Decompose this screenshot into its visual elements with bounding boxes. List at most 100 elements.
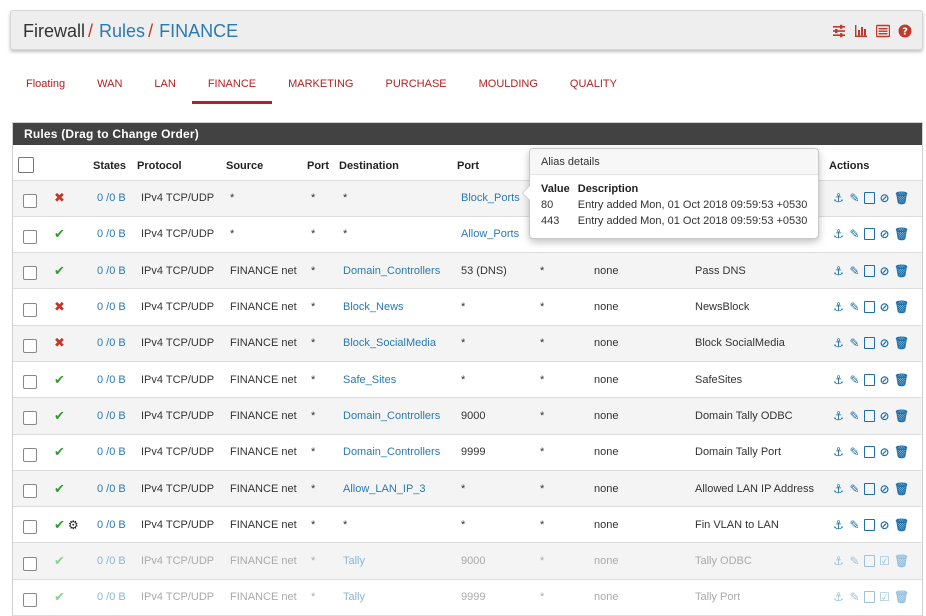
states-link[interactable]: 0 /0 B — [97, 483, 126, 495]
list-icon[interactable] — [875, 24, 891, 38]
destination-value[interactable]: Domain_Controllers — [343, 446, 440, 458]
copy-icon[interactable] — [864, 555, 875, 568]
table-row[interactable]: ✖ 0 /0 B IPv4 TCP/UDP FINANCE net * Block_Soc… — [13, 325, 922, 362]
row-checkbox[interactable] — [23, 193, 37, 208]
states-link[interactable]: 0 /0 B — [97, 228, 126, 240]
anchor-icon[interactable]: ⚓ — [832, 482, 845, 496]
delete-icon[interactable]: 🗑︎ — [894, 409, 909, 423]
copy-icon[interactable] — [864, 373, 875, 386]
destination-value[interactable]: Safe_Sites — [343, 374, 396, 386]
anchor-icon[interactable]: ⚓ — [832, 264, 845, 278]
states-link[interactable]: 0 /0 B — [97, 265, 126, 277]
copy-icon[interactable] — [864, 264, 875, 277]
destination-value[interactable]: Domain_Controllers — [343, 265, 440, 277]
tab-lan[interactable]: LAN — [138, 68, 191, 104]
edit-icon[interactable]: ✎ — [848, 409, 861, 423]
edit-icon[interactable]: ✎ — [848, 373, 861, 387]
row-checkbox[interactable] — [23, 302, 37, 317]
delete-icon[interactable]: 🗑︎ — [894, 445, 909, 459]
row-checkbox[interactable] — [23, 520, 37, 535]
destination-port-header[interactable]: Port — [457, 145, 534, 181]
disable-icon[interactable]: ⊘ — [878, 409, 891, 423]
delete-icon[interactable]: 🗑︎ — [894, 336, 909, 350]
edit-icon[interactable]: ✎ — [848, 482, 861, 496]
edit-icon[interactable]: ✎ — [848, 518, 861, 532]
disable-icon[interactable]: ⊘ — [878, 445, 891, 459]
destination-value[interactable]: Tally — [343, 555, 365, 567]
states-link[interactable]: 0 /0 B — [97, 591, 126, 603]
copy-icon[interactable] — [864, 409, 875, 422]
copy-icon[interactable] — [864, 482, 875, 495]
edit-icon[interactable]: ✎ — [848, 300, 861, 314]
destination-value[interactable]: Block_SocialMedia — [343, 337, 436, 349]
delete-icon[interactable]: 🗑︎ — [894, 554, 909, 568]
source-header[interactable]: Source — [226, 145, 307, 181]
destination-value[interactable]: Block_News — [343, 301, 404, 313]
tab-quality[interactable]: QUALITY — [554, 68, 633, 104]
table-row[interactable]: ✔ 0 /0 B IPv4 TCP/UDP FINANCE net * Domain_Co… — [13, 397, 922, 435]
copy-icon[interactable] — [864, 337, 875, 350]
table-row[interactable]: ✔ 0 /0 B IPv4 TCP/UDP FINANCE net * Allow_LAN… — [13, 470, 922, 508]
states-link[interactable]: 0 /0 B — [97, 192, 126, 204]
destination-port-value[interactable]: Block_Ports — [461, 192, 520, 204]
anchor-icon[interactable]: ⚓ — [832, 373, 845, 387]
row-checkbox[interactable] — [23, 592, 37, 607]
tab-wan[interactable]: WAN — [81, 68, 138, 104]
copy-icon[interactable] — [864, 446, 875, 459]
delete-icon[interactable]: 🗑︎ — [894, 590, 909, 604]
copy-icon[interactable] — [864, 228, 875, 241]
anchor-icon[interactable]: ⚓ — [832, 336, 845, 350]
disable-icon[interactable]: ⊘ — [878, 191, 891, 205]
table-row[interactable]: ✔ 0 /0 B IPv4 TCP/UDP FINANCE net * Tally 9000… — [13, 542, 922, 580]
destination-value[interactable]: Allow_LAN_IP_3 — [343, 483, 426, 495]
states-header[interactable]: States — [93, 145, 137, 181]
anchor-icon[interactable]: ⚓ — [832, 409, 845, 423]
anchor-icon[interactable]: ⚓ — [832, 191, 845, 205]
row-checkbox[interactable] — [23, 266, 37, 281]
states-link[interactable]: 0 /0 B — [97, 410, 126, 422]
protocol-header[interactable]: Protocol — [137, 145, 226, 181]
row-checkbox[interactable] — [23, 447, 37, 462]
row-checkbox[interactable] — [23, 556, 37, 571]
tab-floating[interactable]: Floating — [10, 68, 81, 104]
disable-icon[interactable]: ⊘ — [878, 482, 891, 496]
sliders-icon[interactable] — [832, 24, 846, 38]
copy-icon[interactable] — [864, 591, 875, 604]
row-checkbox[interactable] — [23, 338, 37, 353]
edit-icon[interactable]: ✎ — [848, 445, 861, 459]
delete-icon[interactable]: 🗑︎ — [894, 518, 909, 532]
destination-port-value[interactable]: Allow_Ports — [461, 228, 519, 240]
disable-icon[interactable]: ⊘ — [878, 373, 891, 387]
disable-icon[interactable]: ⊘ — [878, 300, 891, 314]
states-link[interactable]: 0 /0 B — [97, 555, 126, 567]
anchor-icon[interactable]: ⚓ — [832, 445, 845, 459]
states-link[interactable]: 0 /0 B — [97, 337, 126, 349]
disable-icon[interactable]: ⊘ — [878, 336, 891, 350]
destination-header[interactable]: Destination — [339, 145, 457, 181]
help-icon[interactable]: ? — [898, 24, 912, 38]
disable-icon[interactable]: ⊘ — [878, 518, 891, 532]
edit-icon[interactable]: ✎ — [848, 191, 861, 205]
states-link[interactable]: 0 /0 B — [97, 519, 126, 531]
delete-icon[interactable]: 🗑︎ — [894, 373, 909, 387]
edit-icon[interactable]: ✎ — [848, 227, 861, 241]
edit-icon[interactable]: ✎ — [848, 590, 861, 604]
breadcrumb-finance[interactable]: FINANCE — [159, 21, 238, 41]
states-link[interactable]: 0 /0 B — [97, 301, 126, 313]
edit-icon[interactable]: ✎ — [848, 336, 861, 350]
row-checkbox[interactable] — [23, 229, 37, 244]
tab-moulding[interactable]: MOULDING — [463, 68, 554, 104]
anchor-icon[interactable]: ⚓ — [832, 518, 845, 532]
breadcrumb-rules[interactable]: Rules — [99, 21, 145, 41]
copy-icon[interactable] — [864, 301, 875, 314]
delete-icon[interactable]: 🗑︎ — [894, 191, 909, 205]
destination-value[interactable]: Tally — [343, 591, 365, 603]
states-link[interactable]: 0 /0 B — [97, 446, 126, 458]
enable-icon[interactable]: ☑ — [878, 554, 891, 568]
tab-finance[interactable]: FINANCE — [191, 68, 273, 104]
disable-icon[interactable]: ⊘ — [878, 227, 891, 241]
edit-icon[interactable]: ✎ — [848, 264, 861, 278]
row-checkbox[interactable] — [23, 375, 37, 390]
table-row[interactable]: ✔ 0 /0 B IPv4 TCP/UDP FINANCE net * Safe_Site… — [13, 361, 922, 399]
delete-icon[interactable]: 🗑︎ — [894, 300, 909, 314]
